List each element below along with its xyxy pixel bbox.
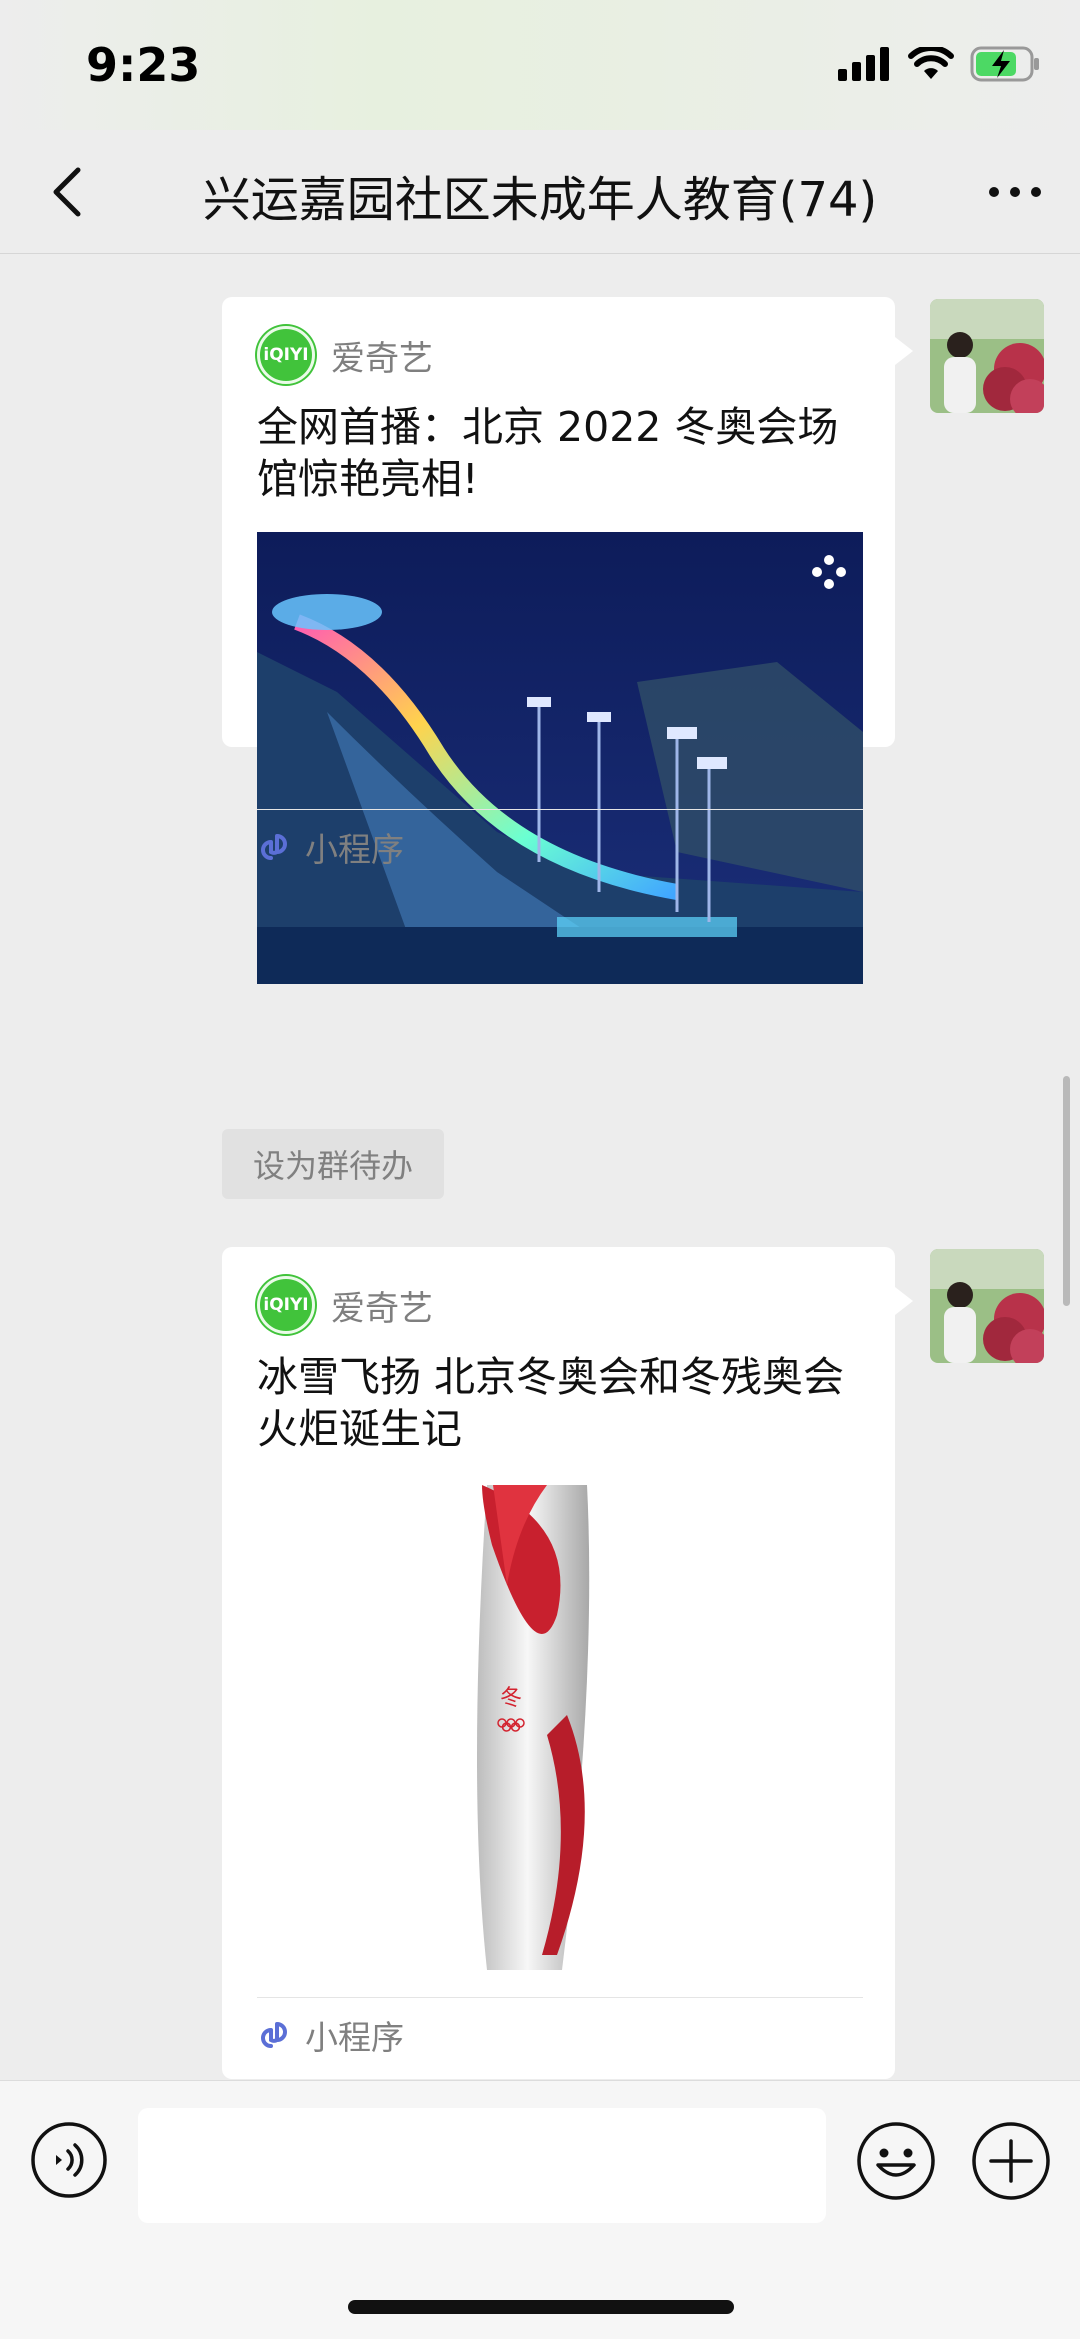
plus-icon[interactable] bbox=[971, 2121, 1051, 2201]
more-dots-icon[interactable] bbox=[980, 164, 1050, 220]
iqiyi-logo-icon: iQIYI bbox=[257, 326, 315, 384]
card-footer: 小程序 bbox=[257, 823, 404, 871]
message-input[interactable] bbox=[138, 2108, 826, 2223]
card-title: 冰雪飞扬 北京冬奥会和冬残奥会火炬诞生记 bbox=[257, 1353, 845, 1453]
status-bar: 9:23 bbox=[0, 0, 1080, 130]
sender-avatar[interactable] bbox=[930, 299, 1044, 413]
voice-icon[interactable] bbox=[30, 2121, 108, 2199]
card-header: iQIYI 爱奇艺 bbox=[257, 325, 433, 385]
sender-avatar[interactable] bbox=[930, 1249, 1044, 1363]
app-name: 爱奇艺 bbox=[331, 1288, 433, 1329]
mini-program-label: 小程序 bbox=[305, 830, 404, 869]
mini-program-card[interactable]: iQIYI 爱奇艺 冰雪飞扬 北京冬奥会和冬残奥会火炬诞生记 冬 小程序 bbox=[222, 1247, 913, 2079]
set-group-todo-button[interactable]: 设为群待办 bbox=[222, 1129, 444, 1199]
svg-text:冬: 冬 bbox=[500, 1686, 522, 1711]
emoji-icon[interactable] bbox=[856, 2121, 936, 2201]
scrollbar[interactable] bbox=[1063, 1076, 1070, 1306]
mini-program-link-icon bbox=[260, 834, 288, 860]
card-divider bbox=[257, 809, 863, 810]
chat-messages[interactable]: iQIYI 爱奇艺 全网首播：北京 2022 冬奥会场馆惊艳亮相! 小程序 设为… bbox=[0, 254, 1080, 2080]
mini-program-card[interactable]: iQIYI 爱奇艺 全网首播：北京 2022 冬奥会场馆惊艳亮相! 小程序 bbox=[222, 297, 913, 984]
chat-screen: 9:23 兴运嘉园社区未成年人教育(74) iQIYI 爱奇艺 全网首播：北京 … bbox=[0, 0, 1080, 2339]
mini-program-link-icon bbox=[260, 2022, 288, 2048]
card-divider bbox=[257, 1997, 863, 1998]
nav-bar: 兴运嘉园社区未成年人教育(74) bbox=[0, 130, 1080, 254]
card-title: 全网首播：北京 2022 冬奥会场馆惊艳亮相! bbox=[257, 403, 839, 503]
chat-title: 兴运嘉园社区未成年人教育(74) bbox=[202, 172, 878, 228]
status-icons bbox=[838, 44, 1042, 84]
status-time: 9:23 bbox=[86, 38, 201, 92]
signal-icon bbox=[838, 47, 889, 81]
wifi-icon bbox=[908, 47, 954, 79]
card-thumbnail: 冬 bbox=[257, 1485, 863, 1970]
mini-program-label: 小程序 bbox=[305, 2018, 404, 2057]
card-footer: 小程序 bbox=[257, 2011, 404, 2059]
card-header: iQIYI 爱奇艺 bbox=[257, 1275, 433, 1335]
iqiyi-logo-icon: iQIYI bbox=[257, 1276, 315, 1334]
home-indicator[interactable] bbox=[348, 2300, 734, 2314]
battery-icon bbox=[970, 46, 1039, 82]
card-thumbnail bbox=[257, 532, 863, 984]
back-chevron-icon[interactable] bbox=[40, 160, 100, 224]
app-name: 爱奇艺 bbox=[331, 338, 433, 379]
